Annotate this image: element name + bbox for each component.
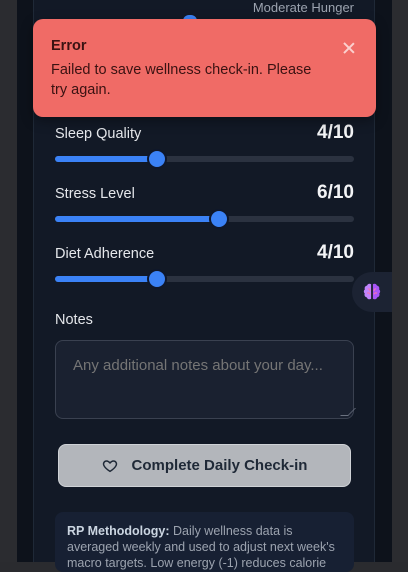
diet-adherence-label: Diet Adherence (55, 246, 155, 262)
complete-checkin-button[interactable]: Complete Daily Check-in (58, 444, 351, 487)
methodology-note: RP Methodology: Daily wellness data is a… (55, 512, 354, 572)
sleep-quality-label: Sleep Quality (55, 126, 142, 142)
stress-level-value: 6/10 (317, 182, 354, 203)
sleep-quality-fill (55, 156, 157, 162)
diet-adherence-fill (55, 276, 157, 282)
stress-level-fill (55, 216, 220, 222)
frame-edge-left (0, 0, 17, 562)
sleep-quality-value: 4/10 (317, 122, 354, 143)
notes-textarea[interactable] (55, 340, 354, 419)
error-toast: Error Failed to save wellness check-in. … (33, 19, 376, 117)
toast-title: Error (51, 38, 87, 54)
ai-assistant-button[interactable] (352, 272, 392, 312)
diet-adherence-thumb[interactable] (146, 269, 167, 289)
methodology-title: RP Methodology: (67, 524, 170, 538)
diet-adherence-value: 4/10 (317, 242, 354, 263)
close-icon[interactable] (342, 41, 356, 55)
stress-level-slider[interactable] (55, 209, 354, 229)
notes-label: Notes (55, 312, 93, 328)
frame-edge-right (392, 0, 408, 562)
stress-level-label: Stress Level (55, 186, 135, 202)
complete-checkin-label: Complete Daily Check-in (131, 457, 308, 474)
heart-icon (102, 459, 117, 472)
brain-icon (363, 283, 381, 300)
sleep-quality-thumb[interactable] (146, 149, 167, 169)
diet-adherence-slider[interactable] (55, 269, 354, 289)
toast-message: Failed to save wellness check-in. Please… (51, 62, 312, 98)
sleep-quality-slider[interactable] (55, 149, 354, 169)
hunger-level-label: Moderate Hunger (252, 0, 354, 15)
